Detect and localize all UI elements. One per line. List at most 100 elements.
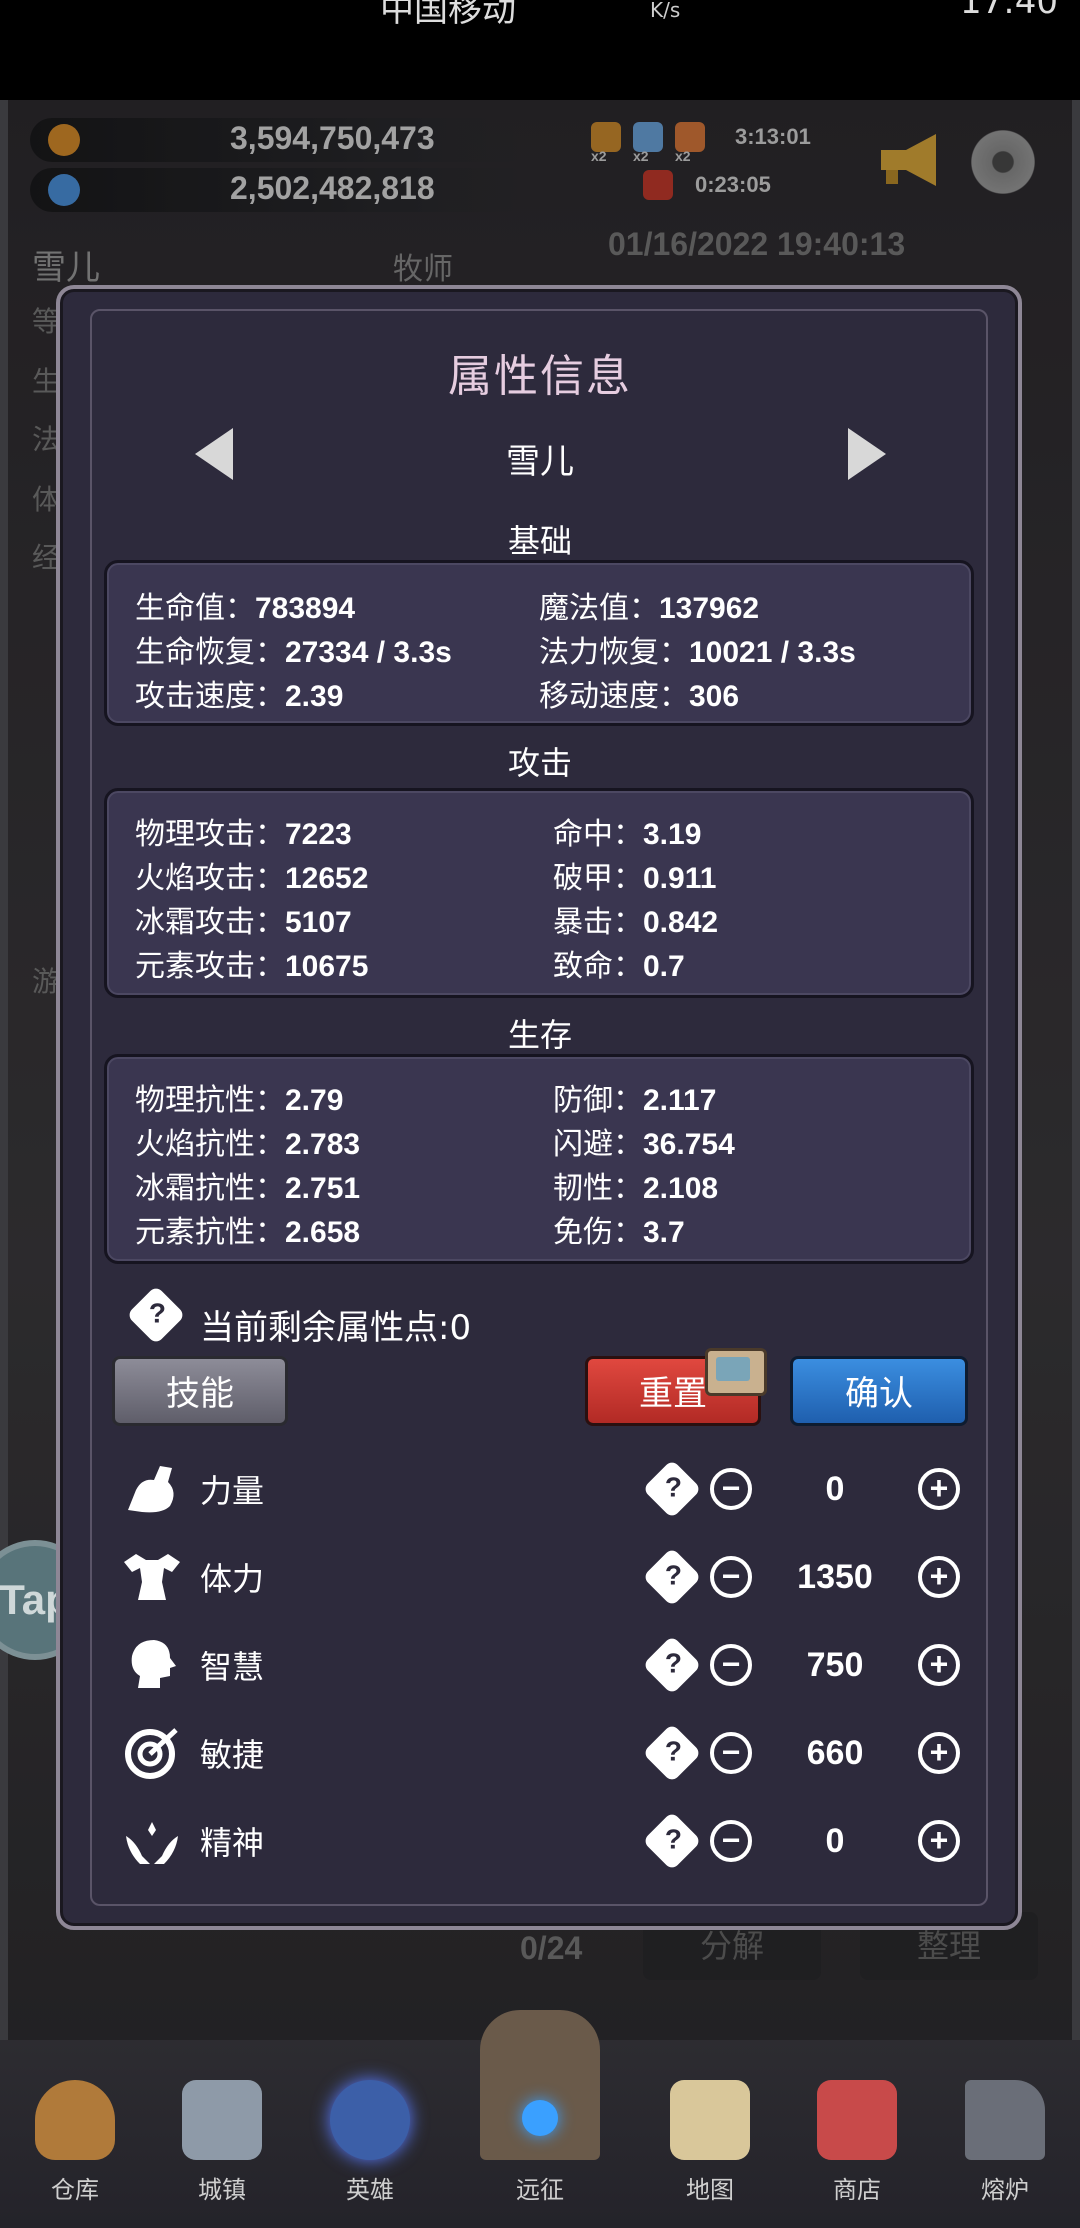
network-speed-unit: K/s (650, 0, 681, 22)
decrease-button[interactable]: − (710, 1820, 752, 1862)
increase-button[interactable]: + (918, 1644, 960, 1686)
buff-gem-icon (633, 122, 663, 152)
nav-expedition[interactable]: 远征 (470, 2010, 610, 2228)
dialog-title: 属性信息 (448, 351, 632, 402)
money-bag-icon (35, 2080, 115, 2160)
stat-attack-speed: 攻击速度：2.39 (135, 679, 344, 714)
attribute-name: 精神 (200, 1824, 265, 1862)
bg-hero-name: 雪儿 (32, 248, 100, 288)
increase-button[interactable]: + (918, 1468, 960, 1510)
stat-physical-resist: 物理抗性：2.79 (135, 1083, 344, 1118)
next-hero-arrow-icon[interactable] (848, 428, 886, 480)
attribute-value: 660 (806, 1734, 864, 1772)
stat-tenacity: 韧性：2.108 (553, 1171, 719, 1206)
spirit-icon (122, 1812, 182, 1868)
gem-counter: 2,502,482,818 (30, 168, 530, 212)
stat-frost-attack: 冰霜攻击：5107 (135, 905, 352, 940)
portal-icon (480, 2010, 600, 2160)
attribute-name: 智慧 (200, 1648, 265, 1686)
nav-hero[interactable]: 英雄 (300, 2040, 440, 2228)
decrease-button[interactable]: − (710, 1468, 752, 1510)
increase-button[interactable]: + (918, 1556, 960, 1598)
buff-multiplier: x2 (633, 148, 649, 164)
attribute-value: 750 (806, 1646, 864, 1684)
nav-label: 城镇 (198, 2176, 246, 2204)
hero-name: 雪儿 (506, 442, 574, 482)
decrease-button[interactable]: − (710, 1732, 752, 1774)
stat-element-attack: 元素攻击：10675 (135, 949, 369, 984)
decrease-button[interactable]: − (710, 1556, 752, 1598)
buff-exp-icon (675, 122, 705, 152)
clock: 17:40 (960, 0, 1058, 22)
decrease-button[interactable]: − (710, 1644, 752, 1686)
attribute-row-stamina: 体力 ? − 1350 + (0, 1538, 966, 1618)
section-title-survival: 生存 (507, 1016, 572, 1054)
gift-timer: 0:23:05 (695, 172, 771, 197)
attribute-help-icon[interactable]: ? (642, 1547, 702, 1607)
section-title-attack: 攻击 (507, 744, 572, 782)
stat-fire-attack: 火焰攻击：12652 (135, 861, 369, 896)
shop-icon (817, 2080, 897, 2160)
helmet-icon (330, 2080, 410, 2160)
castle-icon (182, 2080, 262, 2160)
gold-icon (48, 124, 80, 156)
stat-fire-resist: 火焰抗性：2.783 (135, 1127, 361, 1162)
attribute-row-agility: 敏捷 ? − 660 + (0, 1714, 966, 1794)
nav-label: 地图 (686, 2176, 734, 2204)
stat-lethal: 致命：0.7 (553, 949, 685, 984)
carrier-name: 中国移动 (380, 0, 516, 30)
agility-icon (122, 1724, 182, 1780)
anvil-icon (965, 2080, 1045, 2160)
basic-stats-panel: 生命值：783894 魔法值：137962 生命恢复：27334 / 3.3s … (104, 560, 974, 726)
stat-defense: 防御：2.117 (553, 1083, 717, 1118)
nav-label: 远征 (516, 2176, 564, 2204)
attribute-help-icon[interactable]: ? (642, 1459, 702, 1519)
nav-warehouse[interactable]: 仓库 (5, 2040, 145, 2228)
stat-crit: 暴击：0.842 (553, 905, 719, 940)
stat-element-resist: 元素抗性：2.658 (135, 1215, 361, 1250)
attribute-value: 1350 (797, 1558, 873, 1596)
skill-button[interactable]: 技能 (112, 1356, 288, 1426)
gift-icon[interactable] (643, 170, 673, 200)
gold-counter: 3,594,750,473 (30, 118, 530, 162)
stamina-icon (122, 1548, 182, 1604)
attribute-help-icon[interactable]: ? (642, 1811, 702, 1871)
survival-stats-panel: 物理抗性：2.79 防御：2.117 火焰抗性：2.783 闪避：36.754 … (104, 1054, 974, 1264)
attribute-row-spirit: 精神 ? − 0 + (0, 1802, 966, 1882)
wisdom-icon (122, 1636, 182, 1692)
stat-frost-resist: 冰霜抗性：2.751 (135, 1171, 361, 1206)
nav-shop[interactable]: 商店 (787, 2040, 927, 2228)
attribute-help-icon[interactable]: ? (642, 1723, 702, 1783)
buff-multiplier: x2 (591, 148, 607, 164)
buff-panel[interactable]: x2 x2 x2 3:13:01 0:23:05 (583, 118, 823, 208)
increase-button[interactable]: + (918, 1820, 960, 1862)
attribute-help-icon[interactable]: ? (642, 1635, 702, 1695)
attribute-name: 力量 (200, 1472, 265, 1510)
confirm-button[interactable]: 确认 (790, 1356, 968, 1426)
strength-icon (122, 1460, 182, 1516)
buff-timer: 3:13:01 (735, 124, 811, 149)
megaphone-icon[interactable] (876, 130, 946, 190)
gem-icon (48, 174, 80, 206)
nav-town[interactable]: 城镇 (152, 2040, 292, 2228)
settings-gear-icon[interactable] (963, 122, 1043, 202)
attribute-name: 敏捷 (200, 1736, 265, 1774)
stat-dodge: 闪避：36.754 (553, 1127, 735, 1162)
portal-glow (522, 2100, 558, 2136)
increase-button[interactable]: + (918, 1732, 960, 1774)
nav-map[interactable]: 地图 (640, 2040, 780, 2228)
stat-damage-reduction: 免伤：3.7 (553, 1215, 685, 1250)
nav-forge[interactable]: 熔炉 (935, 2040, 1075, 2228)
status-bar: 中国移动 K/s 17:40 (0, 0, 1080, 100)
stat-hit: 命中：3.19 (553, 817, 702, 852)
gold-value: 3,594,750,473 (230, 120, 435, 156)
nav-label: 仓库 (51, 2176, 99, 2204)
attribute-row-wisdom: 智慧 ? − 750 + (0, 1626, 966, 1706)
gem-value: 2,502,482,818 (230, 170, 435, 206)
attribute-value: 0 (825, 1470, 845, 1508)
nav-label: 商店 (833, 2176, 881, 2204)
attribute-value: 0 (825, 1822, 845, 1860)
attribute-row-strength: 力量 ? − 0 + (0, 1450, 966, 1530)
bag-count: 0/24 (520, 1930, 583, 1966)
buff-multiplier: x2 (675, 148, 691, 164)
